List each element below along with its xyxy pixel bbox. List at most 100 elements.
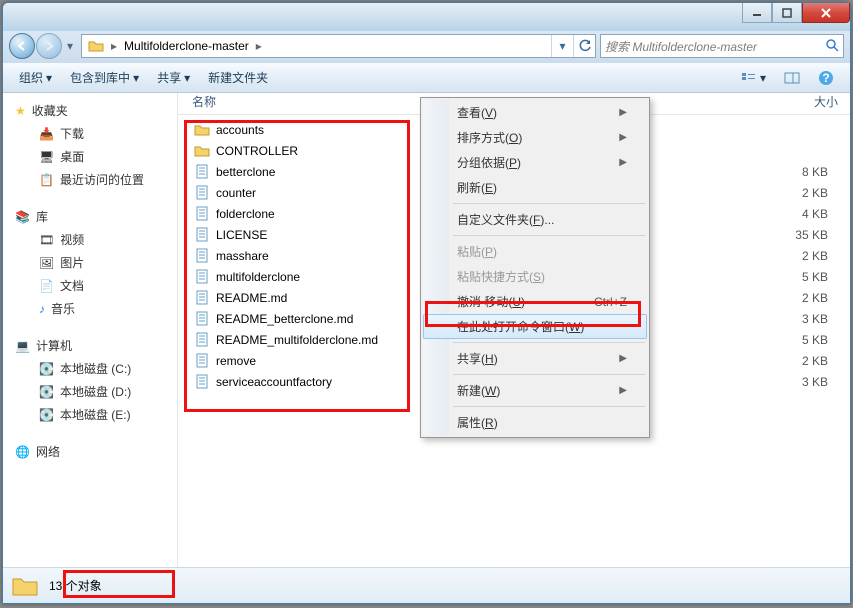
file-icon [194,332,210,348]
chevron-down-icon: ▾ [46,71,52,85]
sidebar-disk-c[interactable]: 💽本地磁盘 (C:) [3,357,177,380]
sidebar-documents[interactable]: 📄文档 [3,274,177,297]
breadcrumb-segment[interactable]: Multifolderclone-master [124,39,249,53]
sidebar-network[interactable]: 🌐网络 [3,440,177,463]
sidebar-computer[interactable]: 💻计算机 [3,334,177,357]
view-options-button[interactable]: ▾ [733,67,774,89]
file-size: 5 KB [770,333,850,347]
chevron-right-icon[interactable]: ▸ [253,39,265,53]
include-menu[interactable]: 包含到库中 ▾ [62,65,147,90]
titlebar[interactable] [3,3,850,31]
status-text: 13 个对象 [49,577,102,594]
help-button[interactable]: ? [810,66,842,90]
file-icon [194,206,210,222]
folder-icon [194,143,210,159]
new-folder-button[interactable]: 新建文件夹 [200,65,276,90]
picture-icon: 🖼 [39,256,54,270]
desktop-icon: 🖥 [39,150,54,164]
sidebar-desktop[interactable]: 🖥桌面 [3,145,177,168]
organize-menu[interactable]: 组织 ▾ [11,65,60,90]
file-icon [194,269,210,285]
recent-icon: 📋 [39,173,54,187]
file-name: LICENSE [216,228,267,242]
search-placeholder: 搜索 Multifolderclone-master [605,38,757,55]
search-input[interactable]: 搜索 Multifolderclone-master [600,34,844,58]
file-name: masshare [216,249,269,263]
address-bar[interactable]: ▸ Multifolderclone-master ▸ ▾ [81,34,596,58]
minimize-button[interactable] [742,3,772,23]
file-name: README.md [216,291,287,305]
file-name: accounts [216,123,264,137]
file-size: 3 KB [770,312,850,326]
cm-properties[interactable]: 属性(R) [423,410,647,435]
sidebar-music[interactable]: ♪音乐 [3,297,177,320]
file-icon [194,290,210,306]
file-icon [194,227,210,243]
folder-icon [11,572,39,600]
svg-text:?: ? [822,71,829,85]
chevron-down-icon: ▾ [133,71,139,85]
file-name: betterclone [216,165,275,179]
column-size[interactable]: 大小 [770,93,850,114]
file-icon [194,311,210,327]
context-menu: 查看(V)▶ 排序方式(O)▶ 分组依据(P)▶ 刷新(E) 自定义文件夹(F)… [420,97,650,438]
folder-icon [194,122,210,138]
file-size: 5 KB [770,270,850,284]
sidebar-favorites[interactable]: ★收藏夹 [3,99,177,122]
sidebar-disk-d[interactable]: 💽本地磁盘 (D:) [3,380,177,403]
chevron-right-icon: ▸ [108,39,120,53]
cm-paste: 粘贴(P) [423,239,647,264]
sidebar-pictures[interactable]: 🖼图片 [3,251,177,274]
cm-open-cmd[interactable]: 在此处打开命令窗口(W) [423,314,647,339]
close-button[interactable] [802,3,850,23]
nav-history-dropdown[interactable]: ▾ [63,36,77,56]
statusbar: 13 个对象 [3,567,850,603]
sidebar: ★收藏夹 📥下载 🖥桌面 📋最近访问的位置 📚库 🎞视频 🖼图片 📄文档 ♪音乐… [3,93,178,567]
preview-pane-button[interactable] [776,68,808,88]
sidebar-libraries[interactable]: 📚库 [3,205,177,228]
sidebar-downloads[interactable]: 📥下载 [3,122,177,145]
download-icon: 📥 [39,127,54,141]
explorer-window: ▾ ▸ Multifolderclone-master ▸ ▾ 搜索 Multi… [2,2,851,604]
chevron-right-icon: ▶ [619,157,627,168]
file-size: 8 KB [770,165,850,179]
chevron-right-icon: ▶ [619,107,627,118]
share-menu[interactable]: 共享 ▾ [149,65,198,90]
file-name: multifolderclone [216,270,300,284]
address-row: ▾ ▸ Multifolderclone-master ▸ ▾ 搜索 Multi… [3,31,850,63]
content-pane[interactable]: 名称 大小 accountsCONTROLLERbetterclone8 KBc… [178,93,850,567]
file-icon [194,353,210,369]
sidebar-disk-e[interactable]: 💽本地磁盘 (E:) [3,403,177,426]
maximize-button[interactable] [772,3,802,23]
cm-view[interactable]: 查看(V)▶ [423,100,647,125]
file-icon [194,374,210,390]
sidebar-video[interactable]: 🎞视频 [3,228,177,251]
file-name: remove [216,354,256,368]
sidebar-recent[interactable]: 📋最近访问的位置 [3,168,177,191]
cm-customize[interactable]: 自定义文件夹(F)... [423,207,647,232]
cm-refresh[interactable]: 刷新(E) [423,175,647,200]
nav-arrows: ▾ [9,33,77,59]
chevron-right-icon: ▶ [619,132,627,143]
forward-button[interactable] [36,33,62,59]
disk-icon: 💽 [39,385,54,399]
network-icon: 🌐 [15,445,30,459]
back-button[interactable] [9,33,35,59]
cm-share[interactable]: 共享(H)▶ [423,346,647,371]
file-name: folderclone [216,207,275,221]
chevron-right-icon: ▶ [619,353,627,364]
cm-sort[interactable]: 排序方式(O)▶ [423,125,647,150]
dropdown-button[interactable]: ▾ [551,35,573,57]
cm-new[interactable]: 新建(W)▶ [423,378,647,403]
disk-icon: 💽 [39,362,54,376]
main-area: ★收藏夹 📥下载 🖥桌面 📋最近访问的位置 📚库 🎞视频 🖼图片 📄文档 ♪音乐… [3,93,850,567]
document-icon: 📄 [39,279,54,293]
refresh-button[interactable] [573,35,595,57]
star-icon: ★ [15,104,26,118]
file-name: README_betterclone.md [216,312,353,326]
cm-group[interactable]: 分组依据(P)▶ [423,150,647,175]
column-name[interactable]: 名称 [188,93,428,114]
search-icon [825,38,839,55]
cm-undo[interactable]: 撤消 移动(U)Ctrl+Z [423,289,647,314]
file-size: 2 KB [770,354,850,368]
